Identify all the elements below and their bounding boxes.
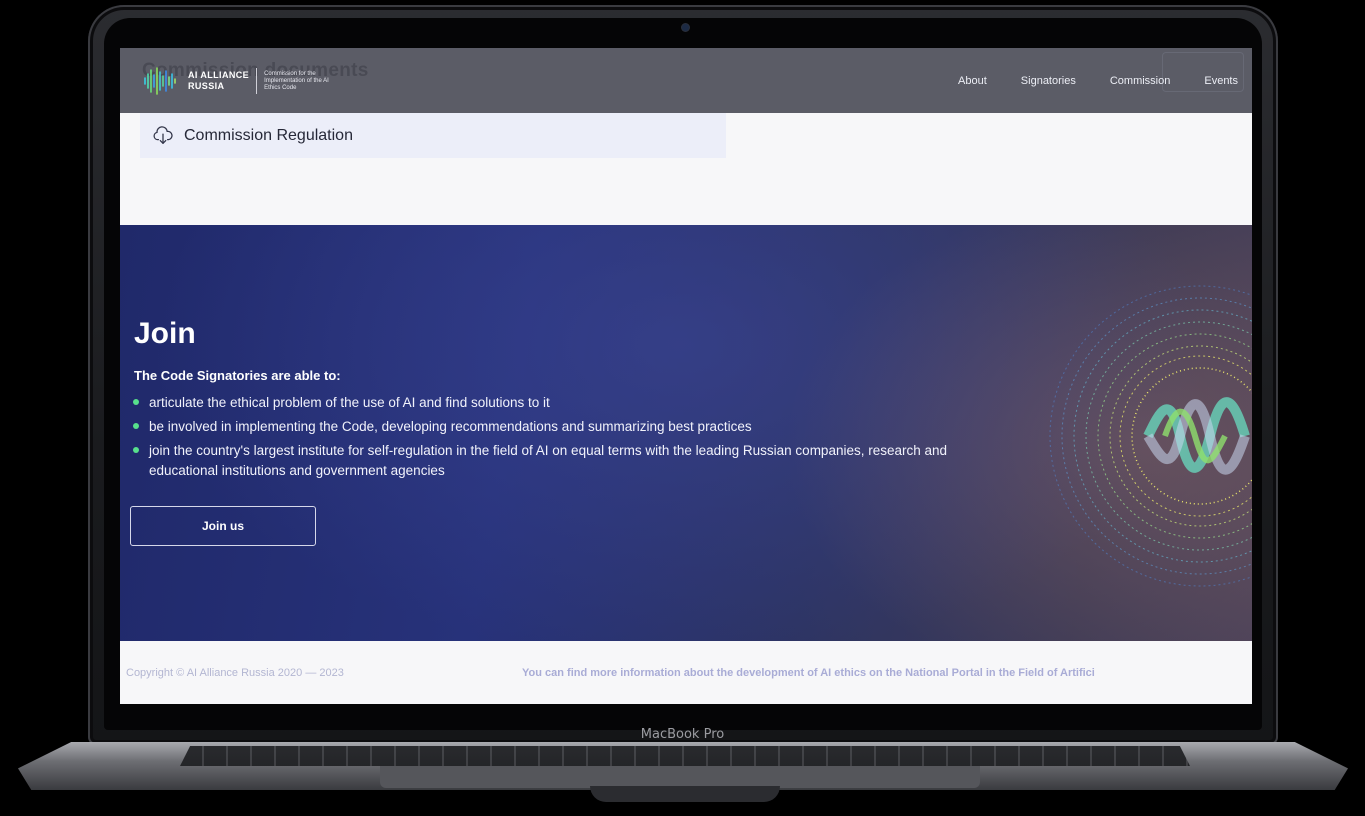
sound-wave-logo-icon: [144, 67, 176, 95]
sound-wave-illustration: [1049, 285, 1252, 587]
nav-item-events[interactable]: Events: [1204, 75, 1238, 87]
logo-desc-line2: Implementation of the AI: [264, 77, 329, 84]
laptop-trackpad: [380, 766, 980, 788]
nav-item-commission[interactable]: Commission: [1110, 75, 1171, 87]
camera-icon: [682, 24, 689, 31]
laptop-model-label: MacBook Pro: [640, 727, 725, 742]
document-download-link[interactable]: Commission Regulation: [140, 113, 726, 158]
main-nav: About Signatories Commission Events: [958, 75, 1238, 87]
benefits-list: articulate the ethical problem of the us…: [132, 393, 952, 485]
join-title: Join: [134, 317, 196, 350]
benefit-item: articulate the ethical problem of the us…: [132, 393, 952, 413]
nav-item-signatories[interactable]: Signatories: [1021, 75, 1076, 87]
site-logo[interactable]: AI ALLIANCE RUSSIA Commission for the Im…: [142, 65, 329, 97]
browser-viewport: Commission documents AI ALLIANCE RUSSIA …: [120, 48, 1252, 704]
nav-item-about[interactable]: About: [958, 75, 987, 87]
national-portal-link[interactable]: You can find more information about the …: [522, 667, 1095, 679]
benefit-item: join the country's largest institute for…: [132, 441, 952, 481]
logo-name-line1: AI ALLIANCE: [188, 70, 250, 80]
laptop-keyboard: [180, 746, 1190, 766]
site-footer: Copyright © AI Alliance Russia 2020 — 20…: [120, 641, 1252, 704]
logo-name: AI ALLIANCE RUSSIA: [188, 70, 249, 92]
document-label: Commission Regulation: [184, 126, 353, 144]
benefit-item: be involved in implementing the Code, de…: [132, 417, 952, 437]
copyright-text: Copyright © AI Alliance Russia 2020 — 20…: [126, 667, 344, 679]
laptop-lid-notch: [590, 786, 780, 802]
join-us-button[interactable]: Join us: [130, 506, 316, 546]
join-subtitle: The Code Signatories are able to:: [134, 368, 341, 383]
logo-desc-line1: Commission for the: [264, 70, 316, 77]
logo-divider: [256, 68, 258, 94]
join-section: Join The Code Signatories are able to: a…: [120, 225, 1252, 641]
logo-description: Commission for the Implementation of the…: [264, 71, 329, 92]
logo-name-line2: RUSSIA: [188, 81, 225, 91]
cloud-download-icon: [153, 125, 173, 144]
logo-desc-line3: Ethics Code: [264, 84, 297, 91]
site-header: Commission documents AI ALLIANCE RUSSIA …: [120, 48, 1252, 113]
